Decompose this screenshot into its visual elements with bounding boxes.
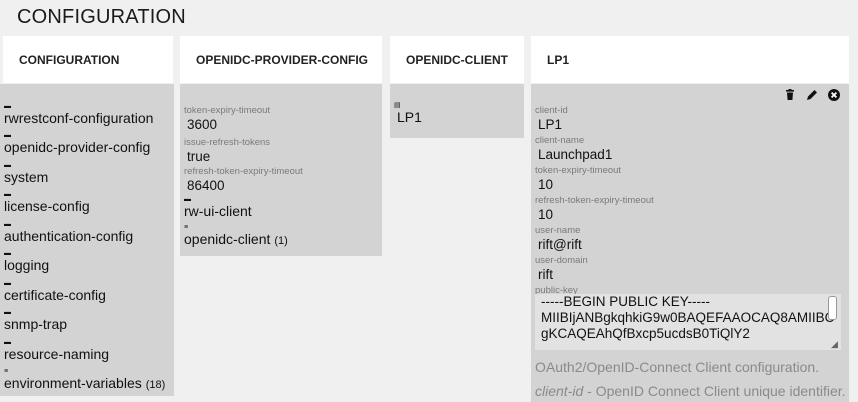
configuration-panel: ▬ rwrestconf-configuration ▬ openidc-pro… — [0, 84, 174, 396]
field-value-issue-refresh-tokens[interactable]: true — [187, 149, 210, 164]
openidc-client-panel: ▤ LP1 — [390, 84, 524, 138]
field-label-user-name: user-name — [535, 225, 581, 236]
tree-item-label: resource-naming — [4, 346, 110, 362]
tree-item-system[interactable]: ▬ system — [4, 162, 48, 187]
tree-item-label: snmp-trap — [4, 316, 68, 332]
list-icon: ≡ — [184, 224, 189, 231]
container-icon: ▬ — [4, 309, 11, 316]
tree-item-openidc-provider-config[interactable]: ▬ openidc-provider-config — [4, 132, 150, 157]
page-title: CONFIGURATION — [17, 6, 186, 28]
tree-item-environment-variables[interactable]: ≡ environment-variables (18) — [4, 368, 165, 393]
field-value-refresh-token-expiry-timeout[interactable]: 10 — [538, 207, 553, 222]
field-label-client-name: client-name — [535, 135, 585, 146]
help-field-text: - OpenID Connect Client unique identifie… — [583, 383, 846, 399]
field-value-user-name[interactable]: rift@rift — [538, 237, 582, 252]
help-field-key: client-id — [535, 383, 584, 399]
container-icon: ▬ — [4, 162, 11, 169]
field-label-token-expiry-timeout: token-expiry-timeout — [535, 165, 622, 176]
column-header-lp1: LP1 — [531, 36, 849, 83]
field-value-token-expiry-timeout[interactable]: 3600 — [187, 117, 217, 132]
public-key-line: -----BEGIN PUBLIC KEY----- — [541, 294, 711, 309]
container-icon: ▬ — [4, 191, 11, 198]
tree-item-openidc-client[interactable]: ≡ openidc-client (1) — [184, 224, 288, 249]
field-value-client-name[interactable]: Launchpad1 — [538, 147, 612, 162]
textarea-scrollbar[interactable] — [828, 296, 837, 320]
tree-item-label: LP1 — [397, 109, 422, 125]
tree-item-rw-ui-client[interactable]: ▬ rw-ui-client — [184, 196, 252, 221]
trash-icon[interactable] — [783, 88, 797, 102]
tree-item-label: logging — [4, 257, 50, 273]
tree-item-logging[interactable]: ▬ logging — [4, 250, 49, 275]
list-entry-lp1[interactable]: ▤ LP1 — [394, 102, 422, 127]
lp1-detail-panel: client-id LP1 client-name Launchpad1 tok… — [531, 84, 849, 402]
tree-item-label: openidc-provider-config — [4, 139, 151, 155]
column-header-openidc-client: OPENIDC-CLIENT — [390, 36, 524, 83]
column-header-openidc-provider-config: OPENIDC-PROVIDER-CONFIG — [180, 36, 382, 83]
tree-item-label: certificate-config — [4, 287, 106, 303]
list-icon: ≡ — [4, 368, 9, 375]
field-label-refresh-token-expiry-timeout: refresh-token-expiry-timeout — [184, 166, 303, 177]
field-label-user-domain: user-domain — [535, 255, 588, 266]
container-icon: ▬ — [4, 221, 11, 228]
field-label-issue-refresh-tokens: issue-refresh-tokens — [184, 137, 271, 148]
field-label-token-expiry-timeout: token-expiry-timeout — [184, 105, 271, 116]
tree-item-label: openidc-client — [184, 231, 271, 247]
tree-item-label: environment-variables — [4, 375, 142, 391]
field-value-refresh-token-expiry-timeout[interactable]: 86400 — [187, 178, 225, 193]
tree-item-authentication-config[interactable]: ▬ authentication-config — [4, 221, 133, 246]
pencil-icon[interactable] — [805, 88, 819, 102]
public-key-textarea[interactable]: -----BEGIN PUBLIC KEY----- MIIBIjANBgkqh… — [535, 294, 841, 350]
container-icon: ▬ — [184, 196, 191, 203]
tree-item-license-config[interactable]: ▬ license-config — [4, 191, 90, 216]
container-icon: ▬ — [4, 280, 11, 287]
item-count-badge: (18) — [145, 379, 166, 391]
column-header-configuration: CONFIGURATION — [3, 36, 173, 83]
tree-item-label: system — [4, 169, 49, 185]
provider-config-panel: token-expiry-timeout 3600 issue-refresh-… — [180, 84, 382, 256]
list-entry-icon: ▤ — [394, 102, 401, 109]
container-icon: ▬ — [4, 250, 11, 257]
field-label-client-id: client-id — [535, 105, 568, 116]
container-icon: ▬ — [4, 339, 11, 346]
tree-item-resource-naming[interactable]: ▬ resource-naming — [4, 339, 109, 364]
tree-item-label: authentication-config — [4, 228, 134, 244]
tree-item-certificate-config[interactable]: ▬ certificate-config — [4, 280, 106, 305]
help-field-description: client-id - OpenID Connect Client unique… — [535, 383, 846, 399]
field-value-token-expiry-timeout[interactable]: 10 — [538, 177, 553, 192]
close-circle-icon[interactable] — [827, 88, 841, 102]
resize-handle-icon[interactable]: ◢ — [831, 340, 839, 349]
container-icon: ▬ — [4, 132, 11, 139]
public-key-line: MIIBIjANBgkqhkiG9w0BAQEFAAOCAQ8AMIIBC — [541, 310, 835, 325]
field-value-client-id[interactable]: LP1 — [538, 117, 562, 132]
help-description: OAuth2/OpenID-Connect Client configurati… — [535, 359, 820, 375]
field-label-refresh-token-expiry-timeout: refresh-token-expiry-timeout — [535, 195, 654, 206]
item-count-badge: (1) — [274, 235, 288, 247]
tree-item-label: rwrestconf-configuration — [4, 110, 154, 126]
public-key-line: gKCAQEAhQfBxcp5ucdsB0TiQlY2 — [541, 326, 750, 341]
tree-item-label: license-config — [4, 198, 90, 214]
field-value-user-domain[interactable]: rift — [538, 267, 553, 282]
tree-item-label: rw-ui-client — [184, 203, 252, 219]
container-icon: ▬ — [4, 103, 11, 110]
tree-item-rwrestconf-configuration[interactable]: ▬ rwrestconf-configuration — [4, 103, 153, 128]
tree-item-snmp-trap[interactable]: ▬ snmp-trap — [4, 309, 67, 334]
